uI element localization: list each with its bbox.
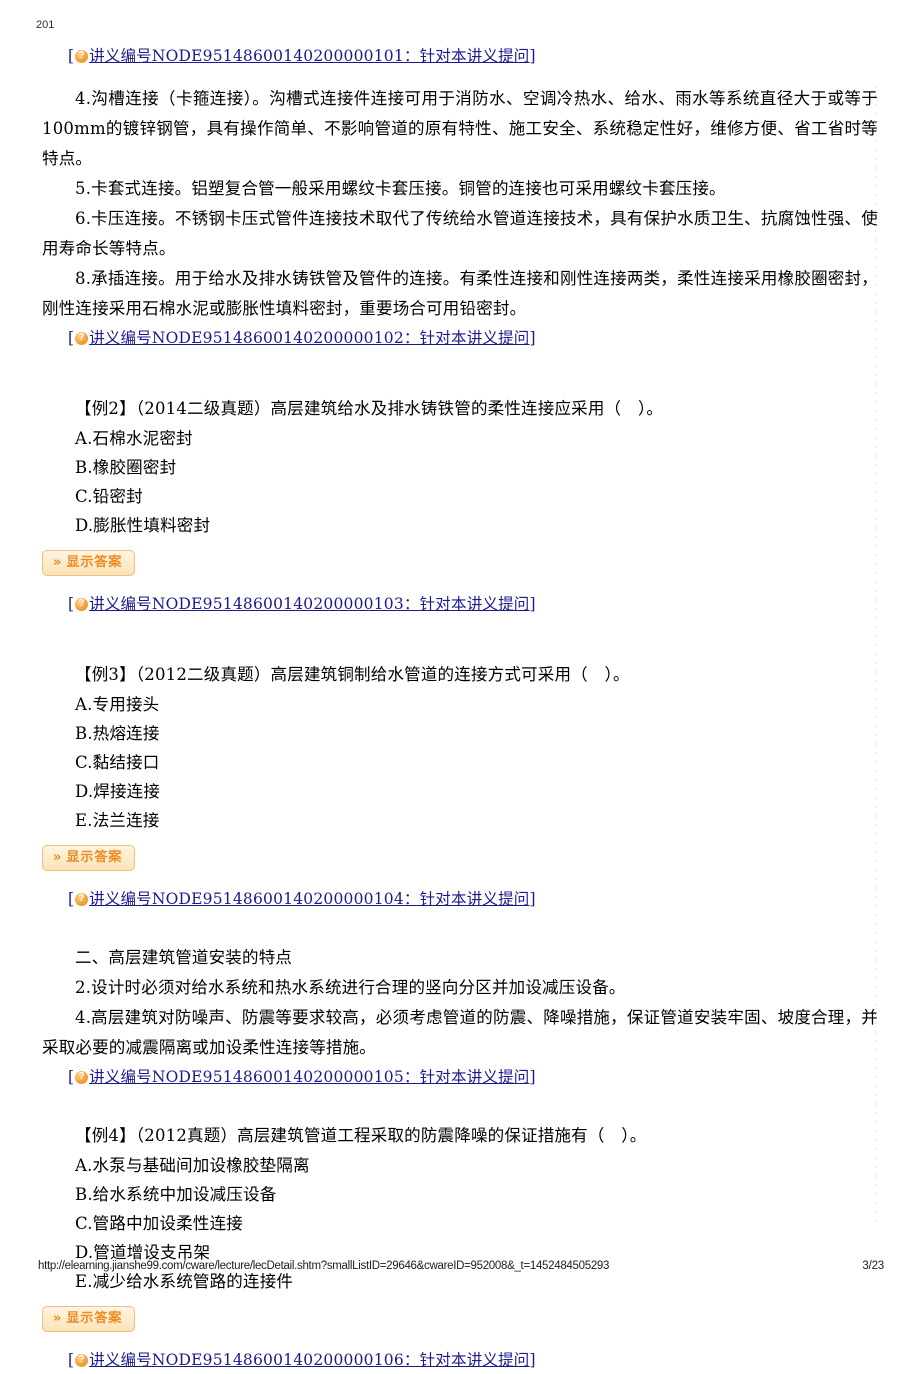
lecture-reference-line: [ 讲义编号NODE95148600140200000104：针对本讲义提问] (0, 885, 920, 913)
show-answer-button[interactable]: » 显示答案 (42, 1306, 136, 1332)
help-question-icon[interactable] (75, 49, 89, 63)
question-option[interactable]: C.黏结接口 (42, 748, 878, 777)
chevron-double-right-icon: » (53, 1311, 62, 1326)
chevron-double-right-icon: » (53, 555, 62, 570)
lecture-ref-link-3[interactable]: 讲义编号NODE95148600140200000103：针对本讲义提问 (89, 595, 529, 613)
help-question-icon[interactable] (75, 1070, 89, 1084)
bracket-open: [ (68, 329, 75, 347)
question-option[interactable]: A.石棉水泥密封 (42, 424, 878, 453)
show-answer-button[interactable]: » 显示答案 (42, 550, 136, 576)
question-option[interactable]: B.橡胶圈密封 (42, 453, 878, 482)
body-paragraph-4: 8.承插连接。用于给水及排水铸铁管及管件的连接。有柔性连接和刚性连接两类，柔性连… (42, 269, 878, 318)
bracket-close: ] (529, 47, 536, 65)
bracket-open: [ (68, 595, 75, 613)
footer-page-number: 3/23 (862, 1260, 884, 1272)
show-answer-label: 显示答案 (66, 850, 123, 865)
question-stem: 【例3】（2012二级真题）高层建筑铜制给水管道的连接方式可采用（ ）。 (75, 665, 630, 684)
question-option[interactable]: B.给水系统中加设减压设备 (42, 1180, 878, 1209)
question-option[interactable]: B.热熔连接 (42, 719, 878, 748)
page-footer: http://elearning.jianshe99.com/cware/lec… (0, 1258, 920, 1278)
section-heading-2: 二、高层建筑管道安装的特点 (75, 948, 293, 967)
lecture-ref-link-4[interactable]: 讲义编号NODE95148600140200000104：针对本讲义提问 (89, 890, 529, 908)
lecture-reference-line: [ 讲义编号NODE95148600140200000102：针对本讲义提问] (0, 324, 920, 352)
question-option[interactable]: E.法兰连接 (42, 806, 878, 835)
lecture-reference-line: [ 讲义编号NODE95148600140200000101：针对本讲义提问] (0, 42, 920, 70)
bracket-open: [ (68, 890, 75, 908)
question-stem: 【例4】（2012真题）高层建筑管道工程采取的防震降噪的保证措施有（ ）。 (75, 1126, 647, 1145)
question-option[interactable]: C.管路中加设柔性连接 (42, 1209, 878, 1238)
question-stem: 【例2】（2014二级真题）高层建筑给水及排水铸铁管的柔性连接应采用（ ）。 (75, 399, 664, 418)
question-option[interactable]: D.膨胀性填料密封 (42, 511, 878, 540)
bracket-close: ] (529, 1068, 536, 1086)
footer-source-url: http://elearning.jianshe99.com/cware/lec… (38, 1260, 610, 1272)
show-answer-label: 显示答案 (66, 555, 123, 570)
bracket-open: [ (68, 47, 75, 65)
question-block: 【例2】（2014二级真题）高层建筑给水及排水铸铁管的柔性连接应采用（ ）。 A… (0, 394, 920, 540)
body-paragraph-2: 5.卡套式连接。铝塑复合管一般采用螺纹卡套压接。铜管的连接也可采用螺纹卡套压接。 (75, 179, 726, 198)
bracket-open: [ (68, 1068, 75, 1086)
body-paragraph-3: 6.卡压连接。不锈钢卡压式管件连接技术取代了传统给水管道连接技术，具有保护水质卫… (42, 209, 878, 258)
help-question-icon[interactable] (75, 331, 89, 345)
question-option[interactable]: C.铅密封 (42, 482, 878, 511)
bracket-open: [ (68, 1351, 75, 1369)
lecture-reference-line: [ 讲义编号NODE95148600140200000105：针对本讲义提问] (0, 1063, 920, 1091)
question-option[interactable]: A.专用接头 (42, 690, 878, 719)
lecture-ref-link-2[interactable]: 讲义编号NODE95148600140200000102：针对本讲义提问 (89, 329, 529, 347)
question-block: 【例3】（2012二级真题）高层建筑铜制给水管道的连接方式可采用（ ）。 A.专… (0, 660, 920, 835)
show-answer-container: » 显示答案 (0, 550, 920, 576)
question-option[interactable]: D.焊接连接 (42, 777, 878, 806)
lecture-reference-line: [ 讲义编号NODE95148600140200000103：针对本讲义提问] (0, 590, 920, 618)
lecture-content: [ 讲义编号NODE95148600140200000101：针对本讲义提问] 4… (0, 0, 920, 1374)
lecture-ref-link-1[interactable]: 讲义编号NODE95148600140200000101：针对本讲义提问 (89, 47, 529, 65)
bracket-close: ] (529, 1351, 536, 1369)
bracket-close: ] (529, 595, 536, 613)
chevron-double-right-icon: » (53, 850, 62, 865)
show-answer-button[interactable]: » 显示答案 (42, 845, 136, 871)
lecture-ref-link-5[interactable]: 讲义编号NODE95148600140200000105：针对本讲义提问 (89, 1068, 529, 1086)
body-paragraph-1: 4.沟槽连接（卡箍连接）。沟槽式连接件连接可用于消防水、空调冷热水、给水、雨水等… (42, 89, 878, 168)
section2-paragraph-1: 2.设计时必须对给水系统和热水系统进行合理的竖向分区并加设减压设备。 (75, 978, 626, 997)
bracket-close: ] (529, 890, 536, 908)
bracket-close: ] (529, 329, 536, 347)
section2-paragraph-2: 4.高层建筑对防噪声、防震等要求较高，必须考虑管道的防震、降噪措施，保证管道安装… (42, 1008, 878, 1057)
lecture-ref-link-6[interactable]: 讲义编号NODE95148600140200000106：针对本讲义提问 (89, 1351, 529, 1369)
show-answer-container: » 显示答案 (0, 1306, 920, 1332)
help-question-icon[interactable] (75, 892, 89, 906)
help-question-icon[interactable] (75, 597, 89, 611)
help-question-icon[interactable] (75, 1353, 89, 1367)
question-option[interactable]: A.水泵与基础间加设橡胶垫隔离 (42, 1151, 878, 1180)
lecture-reference-line: [ 讲义编号NODE95148600140200000106：针对本讲义提问] (0, 1346, 920, 1374)
show-answer-container: » 显示答案 (0, 845, 920, 871)
show-answer-label: 显示答案 (66, 1311, 123, 1326)
